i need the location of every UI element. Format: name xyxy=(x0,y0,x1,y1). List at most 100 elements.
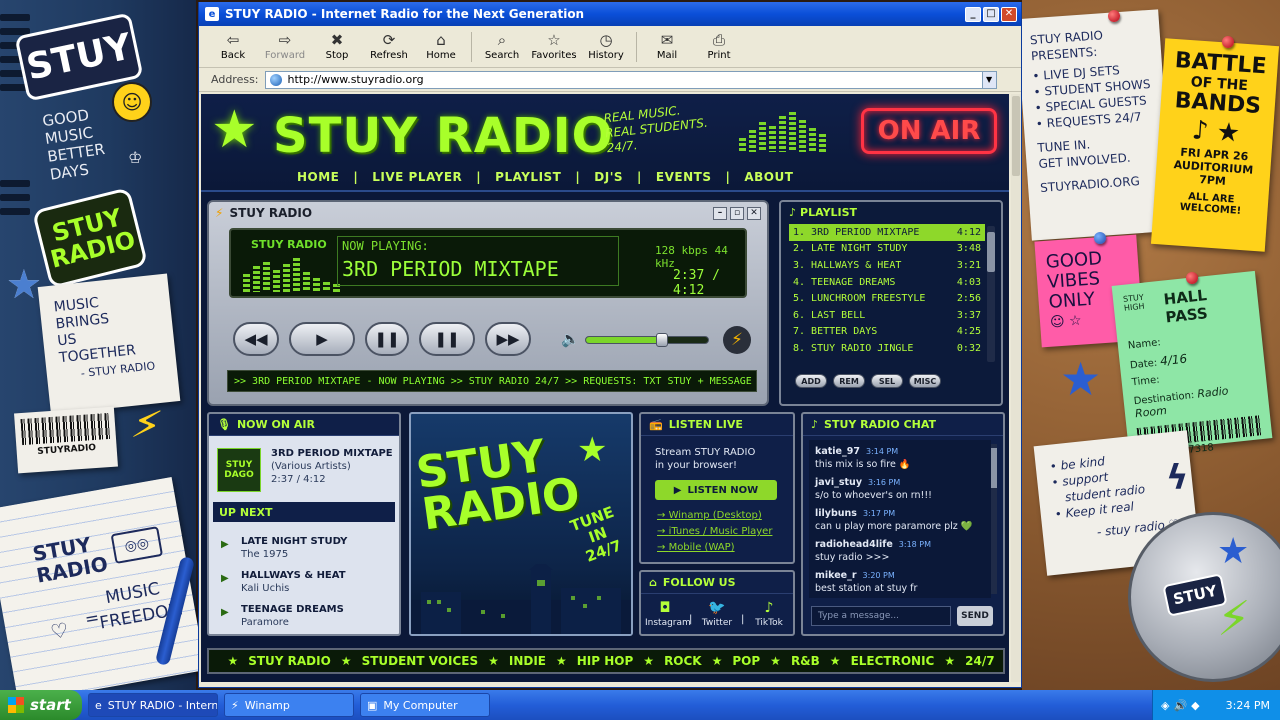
chat-username[interactable]: lilybuns xyxy=(815,508,857,519)
browser-scrollbar[interactable] xyxy=(1011,94,1021,682)
house-icon: ⌂ xyxy=(649,576,657,589)
chat-input-placeholder: Type a message... xyxy=(818,611,899,621)
genre-item[interactable]: INDIE xyxy=(509,654,546,668)
listen-live-desc-2: in your browser! xyxy=(655,460,737,471)
listen-now-button[interactable]: ▶ LISTEN NOW xyxy=(655,480,777,500)
genre-star-icon: ★ xyxy=(944,654,956,668)
hp-title: HALL PASS xyxy=(1162,286,1209,327)
player-close-button[interactable]: ✕ xyxy=(747,206,761,220)
playlist-item[interactable]: 3. HALLWAYS & HEAT 3:21 xyxy=(789,257,985,274)
next-button[interactable]: ▶▶ xyxy=(485,322,531,356)
logo-star-icon: ★ xyxy=(211,100,258,160)
player-shade-button[interactable]: ▫ xyxy=(730,206,744,220)
play-button[interactable]: ▶ xyxy=(289,322,355,356)
network-icon[interactable]: ◈ xyxy=(1161,699,1169,712)
winamp-link[interactable]: → Winamp (Desktop) xyxy=(657,510,762,521)
chat-username[interactable]: radiohead4life xyxy=(815,539,893,550)
player-bolt-button[interactable]: ⚡ xyxy=(723,326,751,354)
playlist-item-title: 2. LATE NIGHT STUDY xyxy=(793,243,908,255)
twitter-link[interactable]: 🐦 Twitter xyxy=(697,600,737,628)
task-label: My Computer xyxy=(383,698,458,712)
playlist-item[interactable]: 2. LATE NIGHT STUDY 3:48 xyxy=(789,241,985,258)
stop-icon: ✖ xyxy=(330,31,344,49)
minimize-button[interactable]: _ xyxy=(965,6,981,22)
search-button[interactable]: ⌕ Search xyxy=(476,28,528,66)
playlist-misc-button[interactable]: MISC xyxy=(909,374,941,388)
lcd-bar xyxy=(263,262,270,292)
maximize-button[interactable]: □ xyxy=(983,6,999,22)
home-button[interactable]: ⌂ Home xyxy=(415,28,467,66)
chat-send-button[interactable]: SEND xyxy=(957,606,993,626)
volume-slider[interactable] xyxy=(585,333,709,347)
player-minimize-button[interactable]: – xyxy=(713,206,727,220)
nav-playlist[interactable]: PLAYLIST xyxy=(495,170,561,184)
genre-item[interactable]: ELECTRONIC xyxy=(851,654,935,668)
mail-button[interactable]: ✉ Mail xyxy=(641,28,693,66)
genre-item[interactable]: POP xyxy=(732,654,760,668)
playlist-sel-button[interactable]: SEL xyxy=(871,374,903,388)
history-button[interactable]: ◷ History xyxy=(580,28,632,66)
taskbar-item-winamp[interactable]: ⚡ Winamp xyxy=(224,693,354,717)
windows-flag-icon xyxy=(8,697,24,713)
volume-knob[interactable] xyxy=(656,333,668,347)
genre-star-icon: ★ xyxy=(227,654,239,668)
genre-item[interactable]: ROCK xyxy=(664,654,702,668)
now-playing-title: 3RD PERIOD MIXTAPE xyxy=(342,257,559,281)
chat-username[interactable]: katie_97 xyxy=(815,446,860,457)
genre-item[interactable]: HIP HOP xyxy=(577,654,634,668)
lcd-bar xyxy=(253,266,260,292)
genre-item[interactable]: 24/7 xyxy=(965,654,994,668)
address-input[interactable]: http://www.stuyradio.org ▼ xyxy=(264,70,997,89)
start-button[interactable]: start xyxy=(0,690,82,720)
nav-live-player[interactable]: LIVE PLAYER xyxy=(372,170,462,184)
forward-button[interactable]: ⇨ Forward xyxy=(259,28,311,66)
nav-about[interactable]: ABOUT xyxy=(744,170,793,184)
volume-tray-icon[interactable]: 🔊 xyxy=(1173,699,1187,712)
chat-scrollbar[interactable] xyxy=(991,444,997,594)
play-triangle-icon: ▶ xyxy=(673,484,682,496)
playlist-item[interactable]: 4. TEENAGE DREAMS 4:03 xyxy=(789,274,985,291)
chat-username[interactable]: mikee_r xyxy=(815,570,857,581)
stop-button[interactable]: ✖ Stop xyxy=(311,28,363,66)
genre-item[interactable]: STUDENT VOICES xyxy=(362,654,479,668)
player-titlebar[interactable]: ⚡ STUY RADIO – ▫ ✕ xyxy=(209,202,767,224)
bolt-icon: ⚡ xyxy=(731,330,743,350)
pause-button[interactable]: ❚❚ xyxy=(365,322,409,356)
taskbar-item-browser[interactable]: e STUY RADIO - Internet... xyxy=(88,693,218,717)
address-dropdown-icon[interactable]: ▼ xyxy=(981,71,996,88)
playlist-item[interactable]: 7. BETTER DAYS 4:25 xyxy=(789,324,985,341)
nav-home[interactable]: HOME xyxy=(297,170,339,184)
itunes-link[interactable]: → iTunes / Music Player xyxy=(657,526,772,537)
playlist-item[interactable]: 5. LUNCHROOM FREESTYLE 2:56 xyxy=(789,290,985,307)
site-nav: HOME | LIVE PLAYER | PLAYLIST | DJ'S | EVENT… xyxy=(297,170,794,184)
chat-input[interactable]: Type a message... xyxy=(811,606,951,626)
security-icon[interactable]: ◆ xyxy=(1191,699,1199,712)
playlist-item[interactable]: 8. STUY RADIO JINGLE 0:32 xyxy=(789,340,985,357)
playlist-item[interactable]: 1. 3RD PERIOD MIXTAPE 4:12 xyxy=(789,224,985,241)
genre-item[interactable]: R&B xyxy=(791,654,820,668)
previous-button[interactable]: ◀◀ xyxy=(233,322,279,356)
school-building-illustration xyxy=(411,564,631,634)
taskbar-item-my-computer[interactable]: ▣ My Computer xyxy=(360,693,490,717)
site-logo[interactable]: STUY RADIO xyxy=(273,108,613,164)
playlist-rem-button[interactable]: REM xyxy=(833,374,865,388)
close-button[interactable]: ✕ xyxy=(1001,6,1017,22)
nav-djs[interactable]: DJ'S xyxy=(594,170,623,184)
browser-titlebar[interactable]: e STUY RADIO - Internet Radio for the Ne… xyxy=(199,2,1021,26)
instagram-link[interactable]: ◘ Instagram xyxy=(645,600,691,628)
mobile-link[interactable]: → Mobile (WAP) xyxy=(657,542,735,553)
favorites-button[interactable]: ☆ Favorites xyxy=(528,28,580,66)
refresh-button[interactable]: ⟳ Refresh xyxy=(363,28,415,66)
stop-playback-button[interactable]: ❚❚ xyxy=(419,322,475,356)
playlist-scrollbar[interactable] xyxy=(987,226,995,362)
chat-username[interactable]: javi_stuy xyxy=(815,477,862,488)
back-button[interactable]: ⇦ Back xyxy=(207,28,259,66)
stuy-sticker-text: STUY xyxy=(22,25,135,89)
playlist-item[interactable]: 6. LAST BELL 3:37 xyxy=(789,307,985,324)
print-button[interactable]: ⎙ Print xyxy=(693,28,745,66)
playlist-add-button[interactable]: ADD xyxy=(795,374,827,388)
genre-item[interactable]: STUY RADIO xyxy=(248,654,331,668)
tiktok-link[interactable]: ♪ TikTok xyxy=(749,600,789,628)
nav-events[interactable]: EVENTS xyxy=(656,170,712,184)
lcd-bar xyxy=(323,282,330,292)
